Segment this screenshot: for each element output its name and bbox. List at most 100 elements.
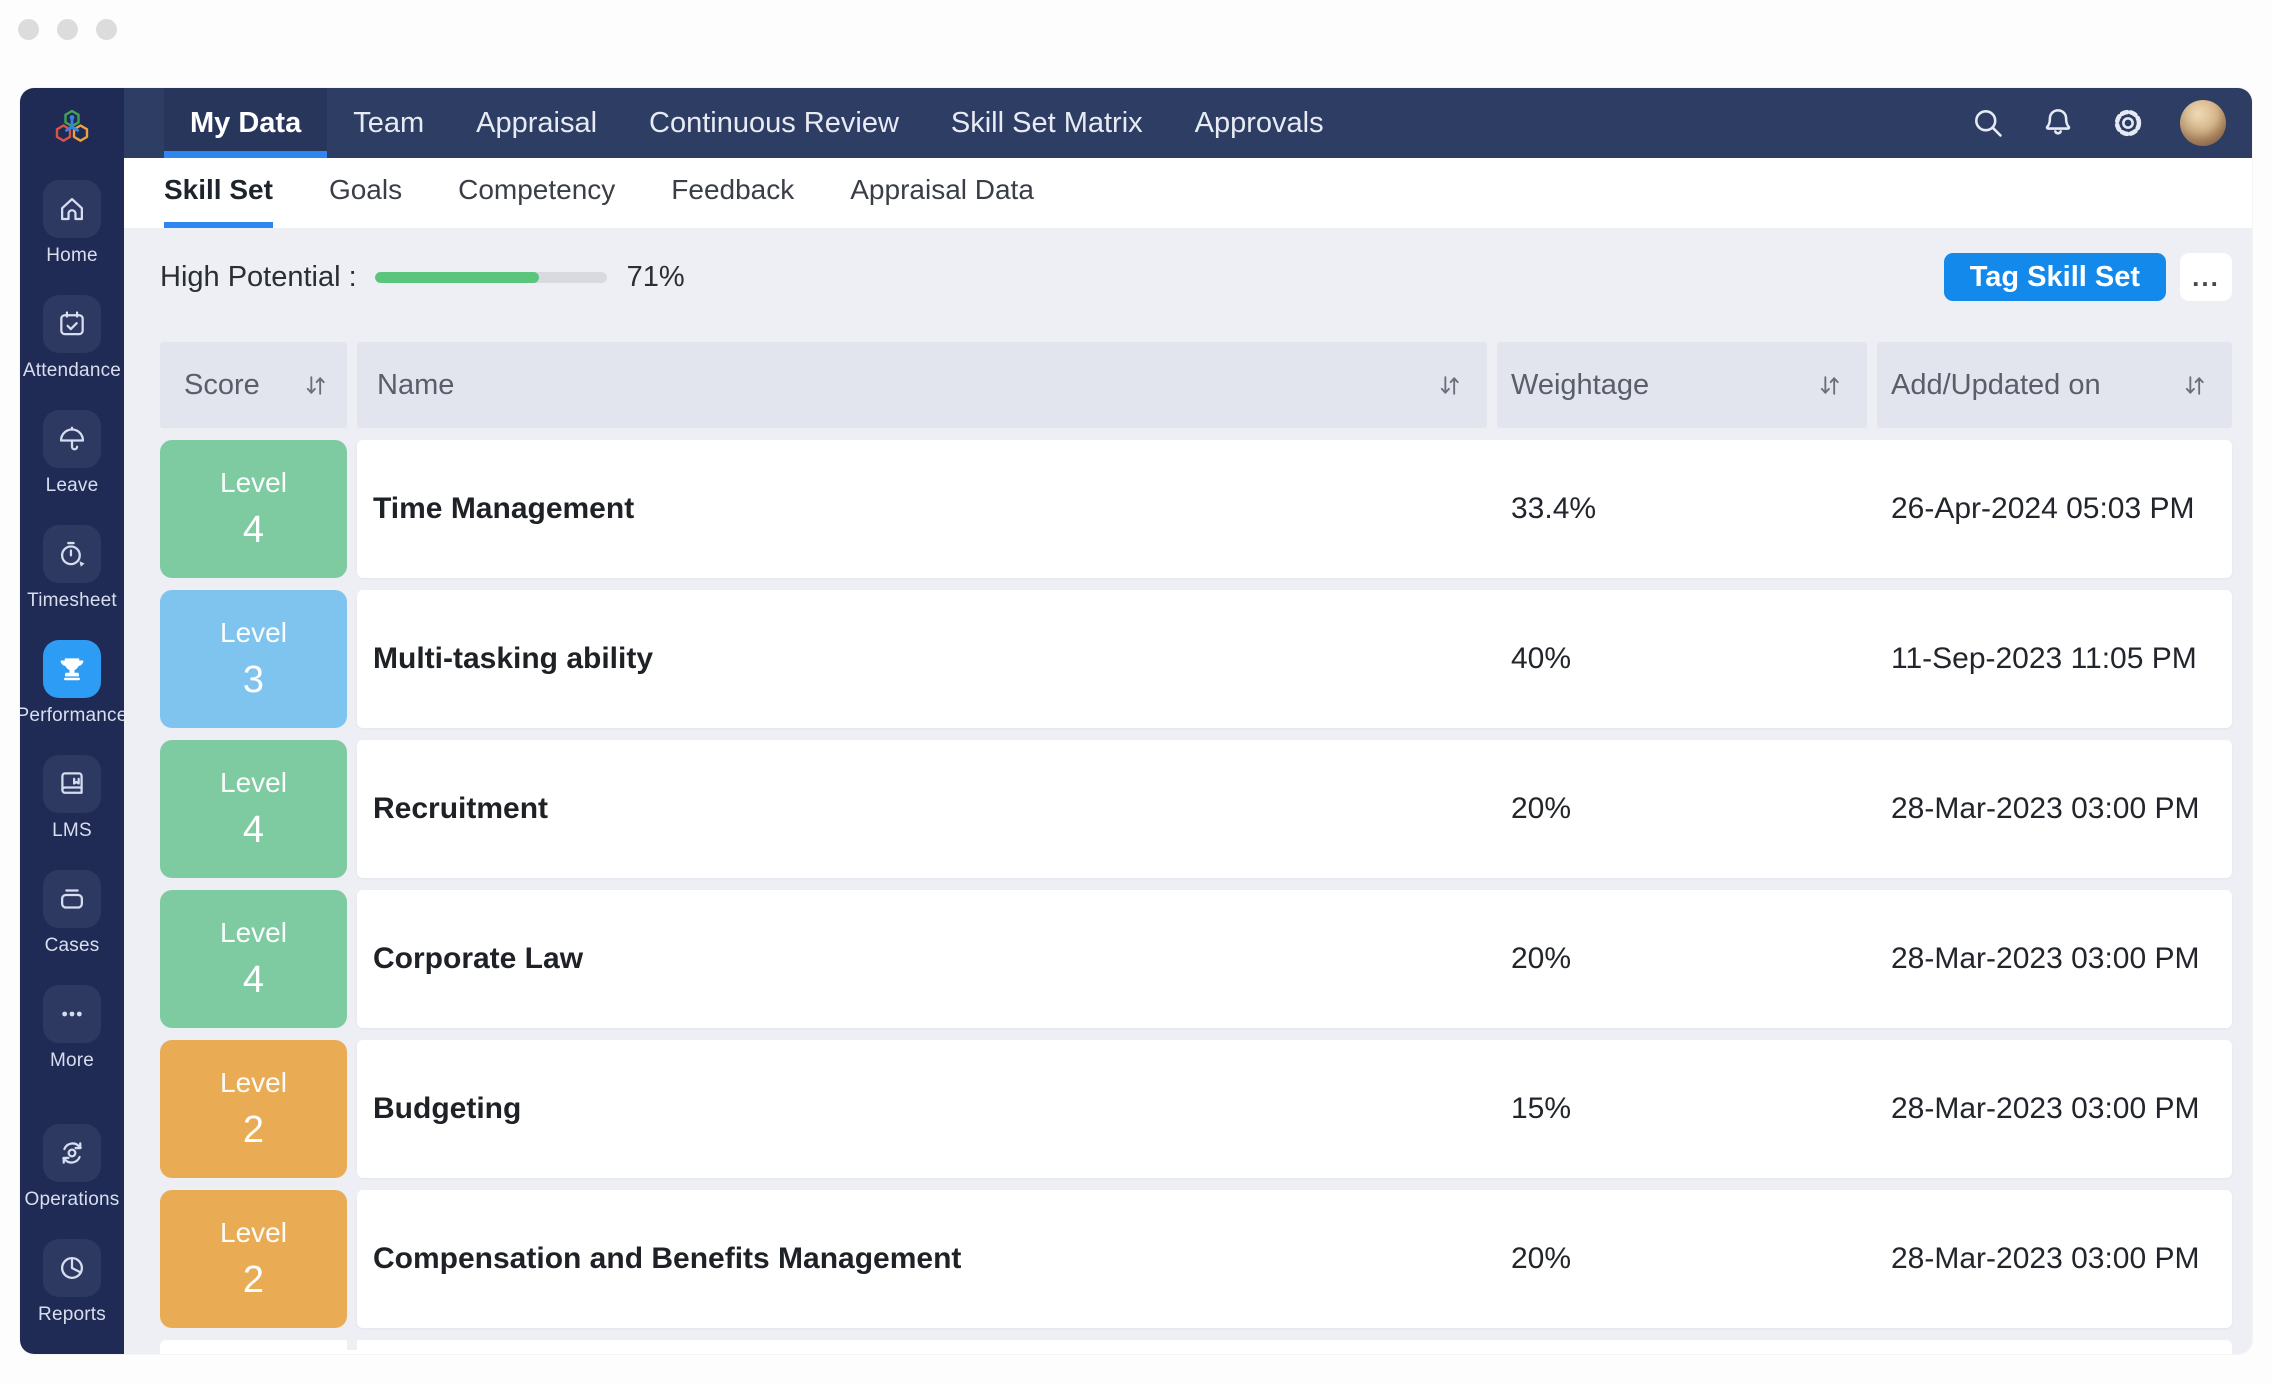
- table-row: Level 4 Time Management 33.4% 26-Apr-202…: [160, 440, 2232, 578]
- skill-name: Multi-tasking ability: [357, 642, 1497, 676]
- skill-updated-on: 28-Mar-2023 03:00 PM: [1877, 1242, 2232, 1276]
- nav-tab-my-data[interactable]: My Data: [164, 88, 327, 158]
- sidebar-item-timesheet[interactable]: Timesheet: [27, 525, 117, 612]
- subtab-feedback[interactable]: Feedback: [671, 158, 794, 228]
- high-potential-progress-fill: [375, 272, 540, 283]
- subtab-goals[interactable]: Goals: [329, 158, 402, 228]
- level-badge[interactable]: Level 4: [160, 740, 347, 878]
- sidebar-item-label: More: [50, 1050, 94, 1072]
- high-potential-progressbar: [375, 272, 607, 283]
- level-badge[interactable]: Level 2: [160, 1040, 347, 1178]
- window-control-dot[interactable]: [18, 19, 39, 40]
- level-badge[interactable]: Level 2: [160, 1190, 347, 1328]
- more-icon: [43, 985, 101, 1043]
- reports-icon: [43, 1239, 101, 1297]
- skill-updated-on: 28-Mar-2023 03:00 PM: [1877, 792, 2232, 826]
- table-header-row: ScoreNameWeightage Add/Updated on: [160, 342, 2232, 428]
- sort-icon[interactable]: [302, 372, 329, 399]
- sort-icon[interactable]: [2181, 372, 2208, 399]
- skill-weightage: 40%: [1497, 642, 1877, 676]
- skill-row-card[interactable]: Multi-tasking ability 40% 11-Sep-2023 11…: [357, 590, 2232, 728]
- skill-name: Budgeting: [357, 1092, 1497, 1126]
- sidebar-item-operations[interactable]: Operations: [25, 1124, 120, 1211]
- skill-row-card[interactable]: Budgeting 15% 28-Mar-2023 03:00 PM: [357, 1040, 2232, 1178]
- table-row: Level 2 Compensation and Benefits Manage…: [160, 1190, 2232, 1328]
- skill-updated-on: 28-Mar-2023 03:00 PM: [1877, 1092, 2232, 1126]
- skill-row-card[interactable]: Recruitment 20% 28-Mar-2023 03:00 PM: [357, 740, 2232, 878]
- skill-weightage: 20%: [1497, 792, 1877, 826]
- skill-weightage: 20%: [1497, 942, 1877, 976]
- notifications-icon[interactable]: [2040, 105, 2076, 141]
- sidebar-item-lms[interactable]: LMS: [43, 755, 101, 842]
- skill-row-card[interactable]: Compensation and Benefits Management 20%…: [357, 1190, 2232, 1328]
- level-badge-value: 3: [243, 659, 264, 702]
- sidebar-item-label: Operations: [25, 1189, 120, 1211]
- attendance-icon: [43, 295, 101, 353]
- nav-tab-skill-set-matrix[interactable]: Skill Set Matrix: [925, 88, 1169, 158]
- sidebar-item-more[interactable]: More: [43, 985, 101, 1072]
- operations-icon: [43, 1124, 101, 1182]
- subtab-competency[interactable]: Competency: [458, 158, 615, 228]
- sidebar-item-home[interactable]: Home: [43, 180, 101, 267]
- sidebar: Home Attendance Leave Timesheet Performa…: [20, 88, 124, 1354]
- level-badge[interactable]: Level 4: [160, 890, 347, 1028]
- sidebar-item-label: Home: [46, 245, 97, 267]
- table-row: Level 3 Multi-tasking ability 40% 11-Sep…: [160, 590, 2232, 728]
- nav-tab-appraisal[interactable]: Appraisal: [450, 88, 623, 158]
- sidebar-item-label: Cases: [45, 935, 100, 957]
- subtab-bar: Skill Set Goals Competency Feedback Appraisa…: [124, 158, 2252, 228]
- window-control-dot[interactable]: [57, 19, 78, 40]
- table-row: Level 4 Recruitment 20% 28-Mar-2023 03:0…: [160, 740, 2232, 878]
- nav-tab-team[interactable]: Team: [327, 88, 450, 158]
- top-navigation: My DataTeamAppraisalContinuous ReviewSki…: [124, 88, 2252, 158]
- level-badge-value: 4: [243, 509, 264, 552]
- topbar-actions: [1970, 88, 2252, 158]
- column-header-name[interactable]: Name: [357, 342, 1487, 428]
- high-potential-label: High Potential :: [160, 261, 357, 294]
- skill-name: Compensation and Benefits Management: [357, 1242, 1497, 1276]
- skill-weightage: 33.4%: [1497, 492, 1877, 526]
- table-row: Level 4 Corporate Law 20% 28-Mar-2023 03…: [160, 890, 2232, 1028]
- sidebar-item-leave[interactable]: Leave: [43, 410, 101, 497]
- settings-icon[interactable]: [2110, 105, 2146, 141]
- column-header-score[interactable]: Score: [160, 342, 347, 428]
- sidebar-item-label: Timesheet: [27, 590, 117, 612]
- level-badge-label: Level: [220, 767, 287, 799]
- sidebar-item-label: LMS: [52, 820, 92, 842]
- column-header-label: Add/Updated on: [1891, 369, 2101, 402]
- content-area: High Potential : 71% Tag Skill Set ... S…: [124, 228, 2252, 1354]
- level-badge[interactable]: Level 4: [160, 440, 347, 578]
- skill-row-card[interactable]: Time Management 33.4% 26-Apr-2024 05:03 …: [357, 440, 2232, 578]
- sidebar-item-attendance[interactable]: Attendance: [23, 295, 121, 382]
- column-header-weightage[interactable]: Weightage: [1497, 342, 1867, 428]
- sidebar-item-performance[interactable]: Performance: [20, 640, 127, 727]
- skill-row-card[interactable]: Corporate Law 20% 28-Mar-2023 03:00 PM: [357, 890, 2232, 1028]
- main-area: My DataTeamAppraisalContinuous ReviewSki…: [124, 88, 2252, 1354]
- level-badge-label: Level: [220, 917, 287, 949]
- tag-skill-set-button[interactable]: Tag Skill Set: [1944, 253, 2166, 301]
- window-control-dot[interactable]: [96, 19, 117, 40]
- nav-tab-continuous-review[interactable]: Continuous Review: [623, 88, 925, 158]
- level-badge[interactable]: Level 3: [160, 590, 347, 728]
- skill-updated-on: 26-Apr-2024 05:03 PM: [1877, 492, 2232, 526]
- performance-icon: [43, 640, 101, 698]
- column-header-updated[interactable]: Add/Updated on: [1877, 342, 2232, 428]
- sidebar-item-cases[interactable]: Cases: [43, 870, 101, 957]
- nav-tab-approvals[interactable]: Approvals: [1169, 88, 1350, 158]
- user-avatar[interactable]: [2180, 100, 2226, 146]
- sidebar-item-label: Leave: [46, 475, 99, 497]
- subtab-skill-set[interactable]: Skill Set: [164, 158, 273, 228]
- sidebar-item-reports[interactable]: Reports: [38, 1239, 106, 1326]
- sort-icon[interactable]: [1436, 372, 1463, 399]
- app-logo-icon[interactable]: [47, 104, 97, 152]
- level-badge-label: Level: [220, 1217, 287, 1249]
- more-options-button[interactable]: ...: [2180, 253, 2232, 301]
- skill-weightage: 15%: [1497, 1092, 1877, 1126]
- subtab-appraisal-data[interactable]: Appraisal Data: [850, 158, 1034, 228]
- skill-name: Recruitment: [357, 792, 1497, 826]
- sort-icon[interactable]: [1816, 372, 1843, 399]
- level-badge-label: Level: [220, 467, 287, 499]
- skill-name: Corporate Law: [357, 942, 1497, 976]
- lms-icon: [43, 755, 101, 813]
- search-icon[interactable]: [1970, 105, 2006, 141]
